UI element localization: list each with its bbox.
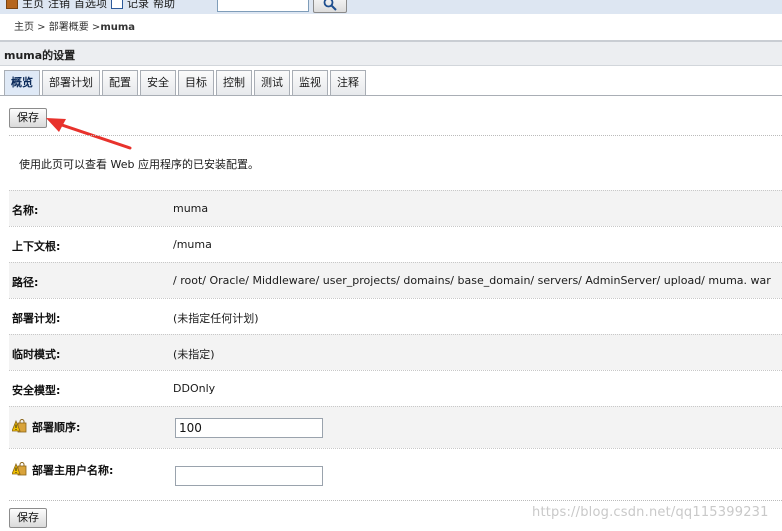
setting-label: 路径: xyxy=(12,276,39,289)
setting-row-name: 名称: muma xyxy=(9,190,782,226)
tab-0[interactable]: 概览 xyxy=(4,70,40,95)
setting-value: /muma xyxy=(173,238,212,251)
intro-text: 使用此页可以查看 Web 应用程序的已安装配置。 xyxy=(19,158,259,171)
setting-row-staging-mode: 临时模式: (未指定) xyxy=(9,334,782,370)
toolbar-help-link[interactable]: 帮助 xyxy=(153,0,175,11)
tab-8[interactable]: 注释 xyxy=(330,70,366,95)
toolbar-record-link[interactable]: 记录 xyxy=(127,0,149,11)
setting-label: 临时模式: xyxy=(12,348,61,361)
deployment-order-input[interactable] xyxy=(175,418,323,438)
breadcrumb-current: muma xyxy=(100,22,136,33)
breadcrumb-home[interactable]: 主页 > xyxy=(14,22,46,33)
search-icon xyxy=(323,0,337,11)
setting-label: 安全模型: xyxy=(12,384,61,397)
setting-row-principal-name: 部署主用户名称: xyxy=(9,448,782,500)
tab-4[interactable]: 目标 xyxy=(178,70,214,95)
setting-label: 名称: xyxy=(12,204,39,217)
warning-lock-icon xyxy=(12,419,27,433)
setting-label: 部署顺序: xyxy=(32,421,81,434)
breadcrumb: 主页 > 部署概要 >muma xyxy=(14,18,135,33)
tab-3[interactable]: 安全 xyxy=(140,70,176,95)
setting-label: 上下文根: xyxy=(12,240,61,253)
toolbar-links: 主页 注销 首选项 记录 帮助 xyxy=(6,0,175,11)
top-toolbar: 主页 注销 首选项 记录 帮助 xyxy=(0,0,782,14)
watermark: https://blog.csdn.net/qq115399231 xyxy=(532,505,769,520)
setting-label: 部署主用户名称: xyxy=(32,464,114,477)
annotation-arrow-icon xyxy=(46,118,132,150)
setting-row-path: 路径: / root/ Oracle/ Middleware/ user_pro… xyxy=(9,262,782,298)
tab-2[interactable]: 配置 xyxy=(102,70,138,95)
setting-value: DDOnly xyxy=(173,382,216,395)
save-button-bottom[interactable]: 保存 xyxy=(9,508,47,528)
setting-row-deployment-order: 部署顺序: xyxy=(9,406,782,448)
divider xyxy=(9,500,782,501)
record-icon[interactable] xyxy=(111,0,123,9)
page-header: muma的设置 xyxy=(0,42,782,66)
toolbar-preferences-link[interactable]: 首选项 xyxy=(74,0,107,11)
settings-tabs: 概览 部署计划 配置 安全 目标 控制 测试 监视 注释 xyxy=(4,70,366,95)
toolbar-home-link[interactable]: 主页 xyxy=(22,0,44,11)
tab-1[interactable]: 部署计划 xyxy=(42,70,100,95)
setting-value: / root/ Oracle/ Middleware/ user_project… xyxy=(173,274,771,287)
settings-table: 名称: muma 上下文根: /muma 路径: / root/ Oracle/… xyxy=(9,190,782,500)
save-button-top[interactable]: 保存 xyxy=(9,108,47,128)
setting-value: muma xyxy=(173,202,209,215)
toolbar-logout-link[interactable]: 注销 xyxy=(48,0,70,11)
warning-lock-icon xyxy=(12,462,27,476)
tabs-divider xyxy=(0,95,782,96)
page-title: muma的设置 xyxy=(4,49,76,62)
tab-6[interactable]: 测试 xyxy=(254,70,290,95)
breadcrumb-deployments[interactable]: 部署概要 > xyxy=(49,22,101,33)
tab-7[interactable]: 监视 xyxy=(292,70,328,95)
setting-row-context-root: 上下文根: /muma xyxy=(9,226,782,262)
search-input[interactable] xyxy=(217,0,309,12)
setting-value: (未指定) xyxy=(173,348,215,361)
divider xyxy=(9,135,782,136)
search-button[interactable] xyxy=(313,0,347,13)
tab-5[interactable]: 控制 xyxy=(216,70,252,95)
setting-label: 部署计划: xyxy=(12,312,61,325)
home-icon[interactable] xyxy=(6,0,18,9)
setting-row-deployment-plan: 部署计划: (未指定任何计划) xyxy=(9,298,782,334)
setting-row-security-model: 安全模型: DDOnly xyxy=(9,370,782,406)
setting-value: (未指定任何计划) xyxy=(173,312,259,325)
principal-name-input[interactable] xyxy=(175,466,323,486)
